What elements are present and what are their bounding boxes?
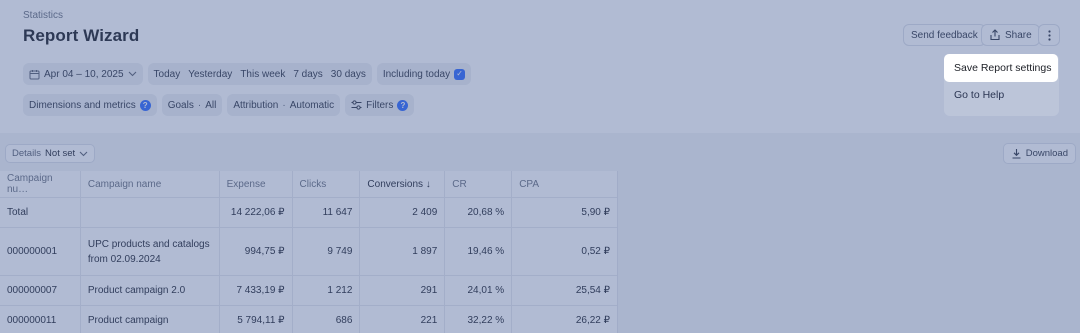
menu-item-go-to-help[interactable]: Go to Help [954,89,1004,101]
menu-item-save-report-settings[interactable]: Save Report settings [944,54,1058,82]
modal-dim-overlay[interactable] [0,0,1080,333]
